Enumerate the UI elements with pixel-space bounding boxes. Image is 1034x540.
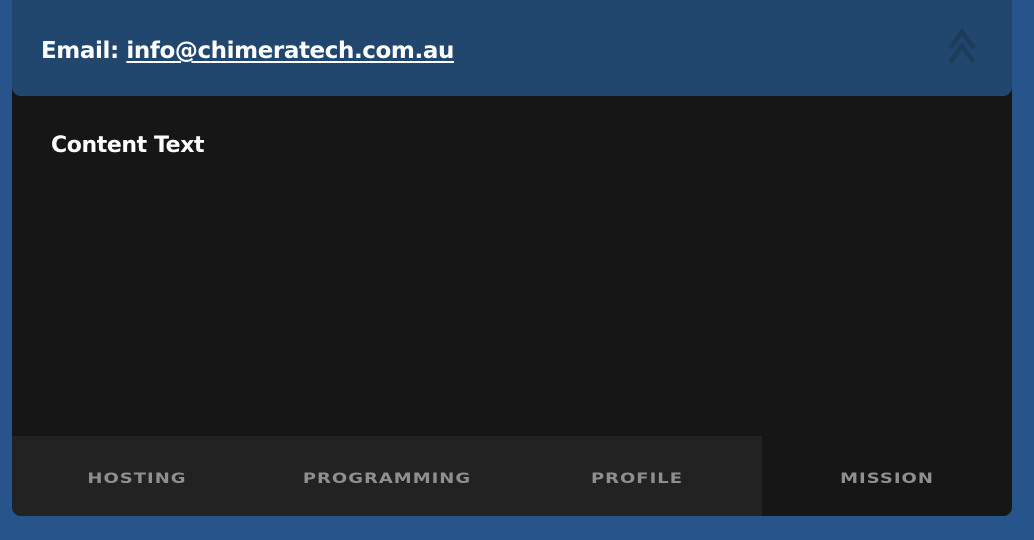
- double-chevron-up-icon: [948, 27, 976, 64]
- tab-hosting-label: HOSTING: [87, 469, 187, 487]
- tab-mission[interactable]: MISSION: [762, 436, 1012, 516]
- collapse-button[interactable]: [942, 24, 982, 72]
- tab-programming-label: PROGRAMMING: [302, 469, 472, 487]
- content-text: Content Text: [51, 133, 205, 158]
- contact-header: Email: info@chimeratech.com.au: [12, 0, 1012, 96]
- tab-profile[interactable]: PROFILE: [512, 436, 762, 516]
- tab-programming[interactable]: PROGRAMMING: [262, 436, 512, 516]
- tab-mission-label: MISSION: [840, 469, 934, 487]
- email-line: Email: info@chimeratech.com.au: [41, 33, 454, 69]
- tab-bar: HOSTING PROGRAMMING PROFILE MISSION: [12, 436, 1012, 516]
- content-panel: Email: info@chimeratech.com.au Content T…: [12, 0, 1012, 516]
- email-label: Email:: [41, 38, 127, 64]
- tab-hosting[interactable]: HOSTING: [12, 436, 262, 516]
- tab-profile-label: PROFILE: [590, 469, 684, 487]
- email-link[interactable]: info@chimeratech.com.au: [126, 38, 454, 64]
